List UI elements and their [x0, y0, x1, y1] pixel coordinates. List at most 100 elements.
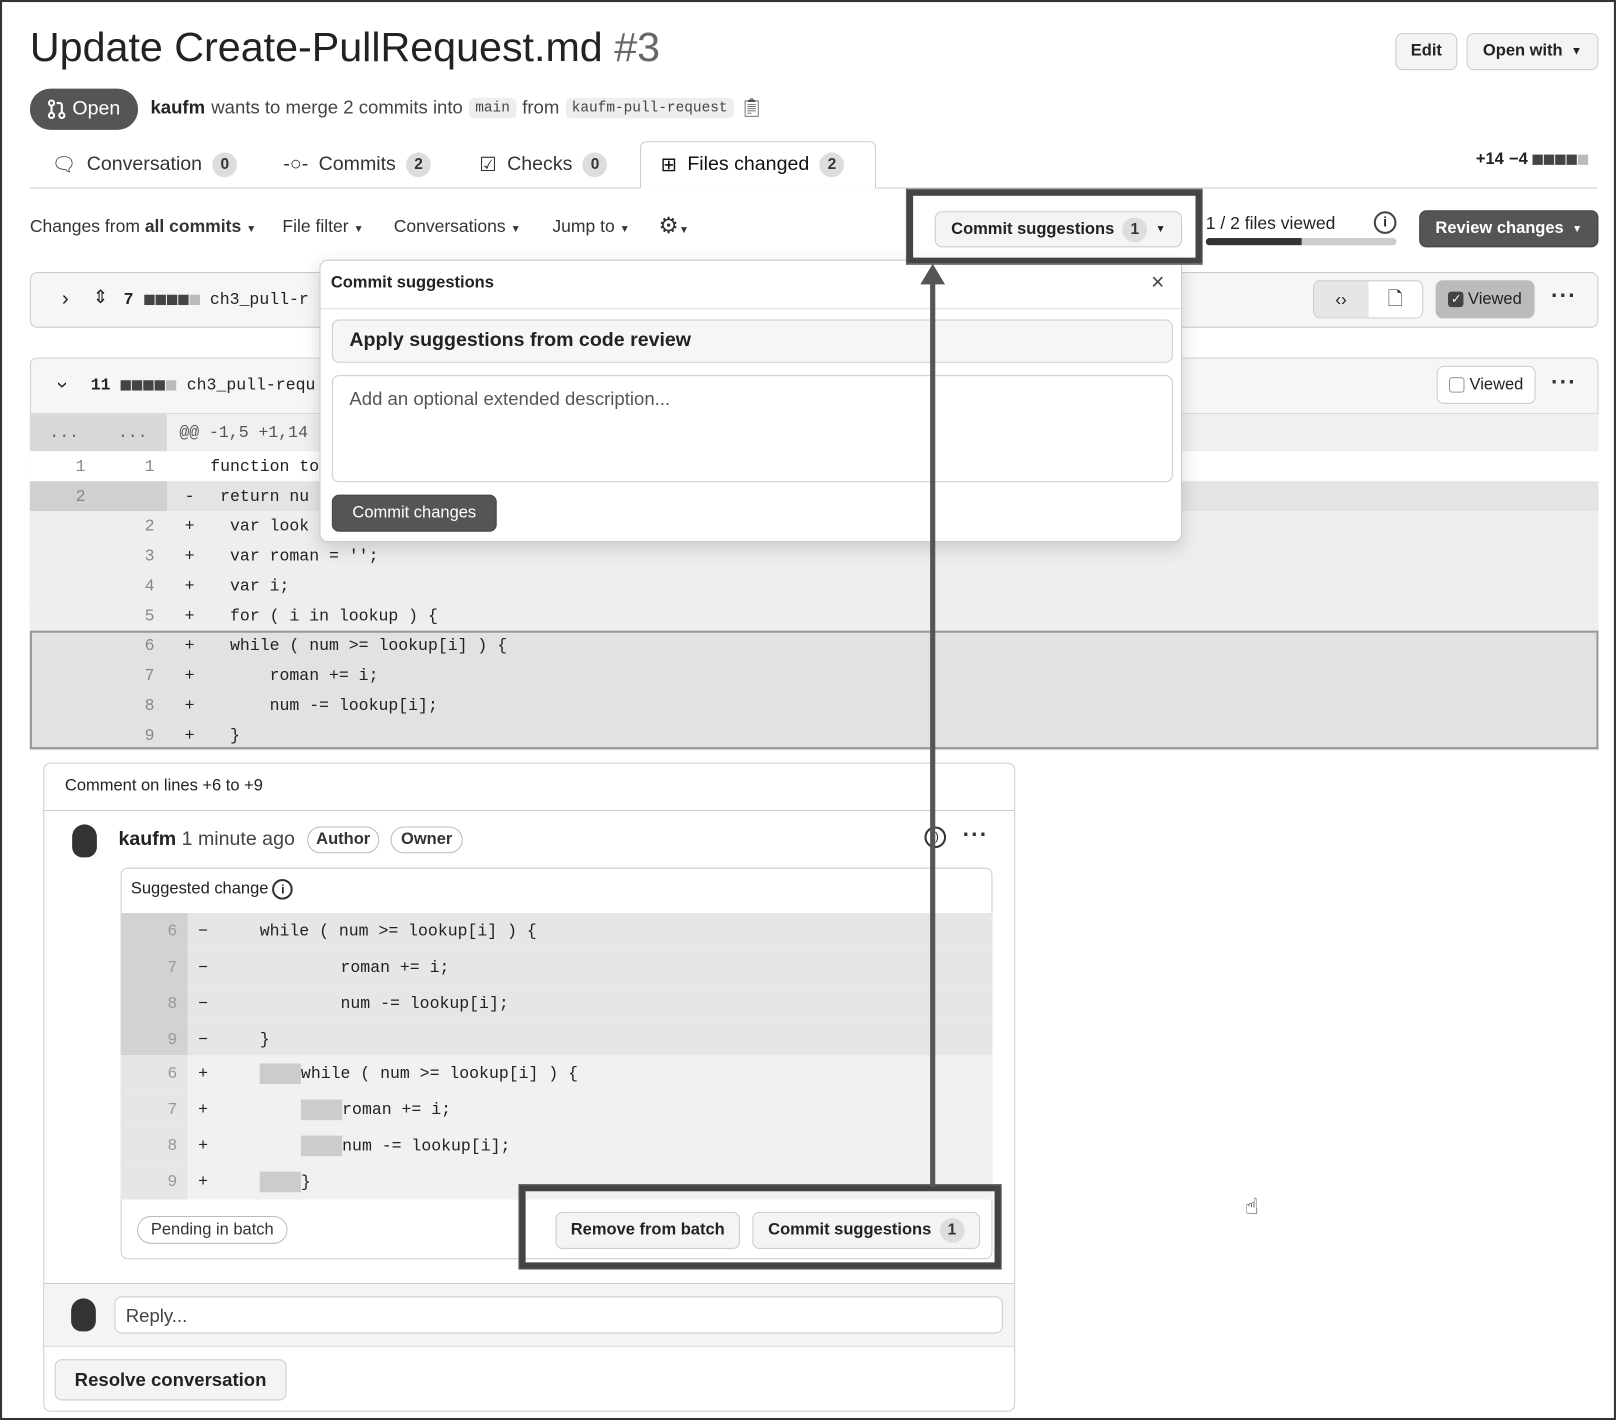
new-line-number[interactable]: 4 — [99, 570, 167, 601]
change-count: 7 — [123, 290, 134, 310]
close-icon[interactable]: × — [1151, 269, 1164, 296]
code-line: return nu — [210, 486, 310, 506]
edit-button[interactable]: Edit — [1395, 32, 1458, 71]
tab-label: Commits — [318, 153, 396, 176]
diff-row: 7 + roman += i; — [29, 660, 1599, 691]
commit-description-textarea[interactable]: Add an optional extended description... — [331, 375, 1173, 483]
jump-to-dropdown[interactable]: Jump to ▼ — [552, 216, 629, 237]
caret-down-icon: ▼ — [353, 223, 364, 235]
comment-options-icon[interactable]: ··· — [963, 821, 989, 848]
deletions: −4 — [1508, 150, 1528, 168]
old-line-number[interactable] — [29, 690, 100, 721]
base-branch[interactable]: main — [469, 97, 517, 118]
open-with-button[interactable]: Open with ▼ — [1466, 32, 1599, 71]
highlight-box — [906, 189, 1202, 264]
old-line-number[interactable] — [29, 541, 100, 571]
comment-author[interactable]: kaufm — [119, 829, 177, 851]
review-changes-button[interactable]: Review changes ▼ — [1419, 210, 1599, 248]
tab-count: 0 — [582, 152, 608, 178]
diff-sign: + — [184, 696, 195, 715]
info-icon[interactable]: i — [272, 879, 294, 900]
commit-message-input[interactable]: Apply suggestions from code review — [331, 319, 1173, 363]
progress-fill — [1205, 238, 1302, 246]
more-options-icon[interactable]: ··· — [1551, 282, 1577, 309]
old-line-number[interactable] — [29, 570, 100, 601]
expand-hunk[interactable]: ...... — [29, 414, 167, 452]
tab-conversation[interactable]: 🗨︎ Conversation 0 — [52, 146, 238, 183]
commit-changes-button[interactable]: Commit changes — [331, 494, 497, 532]
code-line: } — [259, 1029, 270, 1049]
avatar — [71, 1298, 96, 1332]
comment-time[interactable]: 1 minute ago — [182, 829, 295, 851]
new-line-number[interactable]: 8 — [99, 690, 167, 721]
old-line-number[interactable]: 2 — [29, 481, 100, 512]
line-number: 7 — [120, 949, 188, 986]
info-icon[interactable]: i — [1373, 211, 1397, 234]
files-viewed-text: 1 / 2 files viewed — [1205, 213, 1336, 233]
avatar[interactable] — [72, 824, 97, 858]
line-number: 6 — [120, 913, 188, 950]
diff-sign: + — [198, 1100, 208, 1119]
diff-sign: + — [184, 576, 195, 596]
line-number: 9 — [120, 1163, 188, 1200]
old-line-number[interactable] — [29, 720, 100, 751]
open-with-label: Open with — [1482, 42, 1563, 60]
code-line: function toR — [210, 457, 329, 476]
tab-label: Checks — [507, 153, 573, 176]
tab-files-changed[interactable]: ⊞ Files changed 2 — [661, 146, 845, 183]
tab-checks[interactable]: ☑︎ Checks 0 — [479, 146, 608, 183]
status-badge: Open — [29, 88, 139, 130]
resolve-conversation-button[interactable]: Resolve conversation — [54, 1359, 287, 1401]
code-view-icon[interactable]: ‹› — [1314, 281, 1369, 318]
line-number: 8 — [120, 985, 188, 1022]
file-summary: 11 ch3_pull-requ — [91, 376, 316, 395]
copy-icon[interactable]: 📋︎ — [740, 97, 764, 119]
whitespace-highlight — [259, 1062, 301, 1084]
review-changes-label: Review changes — [1435, 219, 1564, 238]
new-line-number[interactable]: 9 — [99, 720, 167, 751]
new-line-number[interactable]: 5 — [99, 600, 167, 631]
diff-row: 4 + var i; — [29, 570, 1599, 601]
author-link[interactable]: kaufm — [150, 97, 205, 119]
new-line-number[interactable]: 3 — [99, 541, 167, 571]
pr-number: #3 — [614, 24, 661, 71]
head-branch[interactable]: kaufm-pull-request — [565, 97, 734, 118]
new-line-number[interactable]: 2 — [99, 511, 167, 542]
jump-to-label: Jump to — [552, 216, 615, 236]
chevron-down-icon[interactable]: › — [50, 381, 74, 388]
pull-request-icon — [48, 99, 66, 120]
old-line-number[interactable] — [29, 600, 100, 631]
changes-from-dropdown[interactable]: Changes from all commits ▼ — [30, 216, 256, 237]
old-line-number[interactable] — [29, 511, 100, 542]
reply-input[interactable]: Reply... — [114, 1296, 1003, 1334]
line-number: 9 — [120, 1021, 188, 1058]
old-line-number[interactable] — [29, 660, 100, 691]
tab-commits[interactable]: -○- Commits 2 — [283, 146, 431, 183]
viewed-checkbox[interactable]: Viewed — [1436, 365, 1536, 404]
file-view-icon[interactable]: 🗋︎ — [1368, 281, 1423, 318]
new-line-number[interactable]: 1 — [99, 451, 167, 482]
expand-icon[interactable]: ⇕ — [93, 286, 109, 308]
old-line-number[interactable]: 1 — [29, 451, 100, 482]
pending-in-batch-label: Pending in batch — [137, 1215, 288, 1244]
old-line-number[interactable] — [29, 630, 100, 661]
new-line-number[interactable]: 7 — [99, 660, 167, 691]
viewed-checkbox-checked[interactable]: ✓ Viewed — [1435, 280, 1535, 319]
file-name[interactable]: ch3_pull-requ — [187, 376, 316, 395]
new-line-number[interactable]: 6 — [99, 630, 167, 661]
new-line-number[interactable] — [99, 481, 167, 512]
conversations-dropdown[interactable]: Conversations ▼ — [394, 216, 521, 237]
file-name[interactable]: ch3_pull-r — [210, 291, 309, 310]
settings-dropdown[interactable]: ⚙▼ — [659, 212, 690, 239]
file-filter-dropdown[interactable]: File filter ▼ — [282, 216, 363, 237]
checklist-icon: ☑︎ — [479, 154, 497, 176]
caret-down-icon: ▼ — [1571, 223, 1583, 235]
pr-files-page: Update Create-PullRequest.md #3 Edit Ope… — [0, 0, 1616, 1420]
more-options-icon[interactable]: ··· — [1551, 369, 1577, 396]
conversations-label: Conversations — [393, 216, 506, 236]
diff-sign: + — [184, 516, 195, 536]
diff-sign: + — [184, 546, 195, 566]
tab-label: Conversation — [86, 153, 203, 176]
chevron-right-icon[interactable]: › — [62, 288, 69, 312]
suggested-change-header: Suggested change i — [131, 879, 294, 900]
